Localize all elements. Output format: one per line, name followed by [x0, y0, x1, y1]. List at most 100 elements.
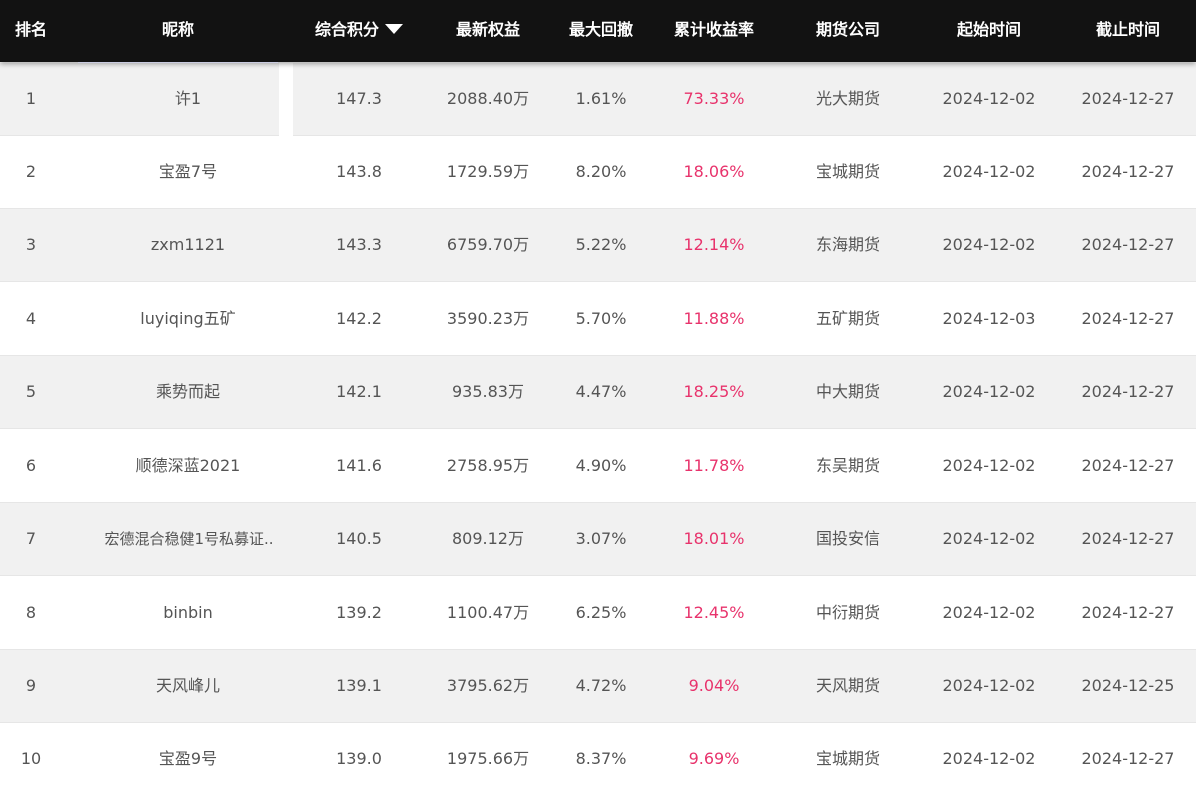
equity-cell: 2758.95万 — [446, 456, 530, 475]
nickname-column-indicator — [78, 62, 278, 63]
return-cell: 18.25% — [683, 382, 745, 401]
equity-cell: 6759.70万 — [446, 235, 530, 254]
score-cell: 142.2 — [336, 309, 382, 328]
drawdown-cell: 8.37% — [575, 749, 627, 768]
table-row[interactable]: 9 天风峰儿 139.1 3795.62万 4.72% 9.04% 天风期货 2… — [0, 650, 1196, 723]
score-cell: 139.1 — [336, 676, 382, 695]
return-cell: 9.69% — [688, 749, 740, 768]
score-cell: 141.6 — [336, 456, 382, 475]
score-cell: 140.5 — [336, 529, 382, 548]
table-row[interactable]: 8 binbin 139.2 1100.47万 6.25% 12.45% 中衍期… — [0, 577, 1196, 650]
nickname-cell[interactable]: 顺德深蓝2021 — [78, 430, 298, 502]
rank-cell: 1 — [25, 89, 37, 108]
drawdown-cell: 4.47% — [575, 382, 627, 401]
header-score[interactable]: 综合积分 — [293, 0, 425, 62]
end-date-cell: 2024-12-25 — [1081, 676, 1175, 695]
table-row[interactable]: 4 luyiqing五矿 142.2 3590.23万 5.70% 11.88%… — [0, 283, 1196, 356]
leaderboard-table: 排名 昵称 综合积分 最新权益 最大回撤 累计收益率 期货公司 起始时间 截止时… — [0, 0, 1196, 793]
header-rank[interactable]: 排名 — [0, 0, 62, 62]
end-date-cell: 2024-12-27 — [1081, 456, 1175, 475]
broker-cell: 国投安信 — [815, 529, 880, 548]
header-end[interactable]: 截止时间 — [1060, 0, 1196, 62]
header-equity[interactable]: 最新权益 — [428, 0, 548, 62]
drawdown-cell: 8.20% — [575, 162, 627, 181]
equity-cell: 2088.40万 — [446, 89, 530, 108]
return-cell: 11.88% — [683, 309, 745, 328]
broker-cell: 天风期货 — [815, 676, 880, 695]
score-cell: 147.3 — [336, 89, 382, 108]
end-date-cell: 2024-12-27 — [1081, 309, 1175, 328]
return-cell: 73.33% — [683, 89, 745, 108]
end-date-cell: 2024-12-27 — [1081, 749, 1175, 768]
header-nickname[interactable]: 昵称 — [78, 0, 278, 62]
end-date-cell: 2024-12-27 — [1081, 603, 1175, 622]
table-row[interactable]: 2 宝盈7号 143.8 1729.59万 8.20% 18.06% 宝城期货 … — [0, 136, 1196, 209]
table-row[interactable]: 6 顺德深蓝2021 141.6 2758.95万 4.90% 11.78% 东… — [0, 430, 1196, 503]
table-row[interactable]: 5 乘势而起 142.1 935.83万 4.47% 18.25% 中大期货 2… — [0, 356, 1196, 429]
drawdown-cell: 4.72% — [575, 676, 627, 695]
nickname-cell[interactable]: 许1 — [78, 63, 298, 135]
start-date-cell: 2024-12-02 — [942, 162, 1036, 181]
equity-cell: 3795.62万 — [446, 676, 530, 695]
start-date-cell: 2024-12-02 — [942, 89, 1036, 108]
start-date-cell: 2024-12-02 — [942, 529, 1036, 548]
caret-down-icon[interactable] — [385, 23, 403, 34]
rank-cell: 3 — [25, 235, 37, 254]
return-cell: 9.04% — [688, 676, 740, 695]
nickname-cell[interactable]: 宝盈9号 — [78, 723, 298, 793]
end-date-cell: 2024-12-27 — [1081, 89, 1175, 108]
return-cell: 18.01% — [683, 529, 745, 548]
score-cell: 143.8 — [336, 162, 382, 181]
start-date-cell: 2024-12-02 — [942, 749, 1036, 768]
drawdown-cell: 1.61% — [575, 89, 627, 108]
nickname-cell[interactable]: binbin — [78, 577, 298, 649]
drawdown-cell: 5.22% — [575, 235, 627, 254]
nickname-cell[interactable]: 宏德混合稳健1号私募证.. — [78, 503, 300, 575]
end-date-cell: 2024-12-27 — [1081, 162, 1175, 181]
score-cell: 139.2 — [336, 603, 382, 622]
rank-cell: 4 — [25, 309, 37, 328]
rank-cell: 10 — [20, 749, 42, 768]
drawdown-cell: 3.07% — [575, 529, 627, 548]
table-row[interactable]: 7 宏德混合稳健1号私募证.. 140.5 809.12万 3.07% 18.0… — [0, 503, 1196, 576]
rank-cell: 6 — [25, 456, 37, 475]
header-return[interactable]: 累计收益率 — [654, 0, 774, 62]
header-broker[interactable]: 期货公司 — [778, 0, 918, 62]
header-start[interactable]: 起始时间 — [920, 0, 1058, 62]
end-date-cell: 2024-12-27 — [1081, 382, 1175, 401]
equity-cell: 1100.47万 — [446, 603, 530, 622]
table-row[interactable]: 1 许1 147.3 2088.40万 1.61% 73.33% 光大期货 20… — [0, 63, 1196, 136]
drawdown-cell: 6.25% — [575, 603, 627, 622]
nickname-cell[interactable]: 天风峰儿 — [78, 650, 298, 722]
table-row[interactable]: 3 zxm1121 143.3 6759.70万 5.22% 12.14% 东海… — [0, 209, 1196, 282]
return-cell: 18.06% — [683, 162, 745, 181]
return-cell: 11.78% — [683, 456, 745, 475]
broker-cell: 宝城期货 — [815, 749, 880, 768]
rank-cell: 2 — [25, 162, 37, 181]
nickname-cell[interactable]: 乘势而起 — [78, 356, 298, 428]
start-date-cell: 2024-12-02 — [942, 603, 1036, 622]
table-header: 排名 昵称 综合积分 最新权益 最大回撤 累计收益率 期货公司 起始时间 截止时… — [0, 0, 1196, 62]
equity-cell: 809.12万 — [452, 529, 524, 548]
table-row[interactable]: 10 宝盈9号 139.0 1975.66万 8.37% 9.69% 宝城期货 … — [0, 723, 1196, 793]
nickname-cell[interactable]: zxm1121 — [78, 209, 298, 281]
equity-cell: 1975.66万 — [446, 749, 530, 768]
broker-cell: 东海期货 — [815, 235, 880, 254]
end-date-cell: 2024-12-27 — [1081, 529, 1175, 548]
equity-cell: 3590.23万 — [446, 309, 530, 328]
nickname-cell[interactable]: luyiqing五矿 — [78, 283, 298, 355]
broker-cell: 中大期货 — [815, 382, 880, 401]
start-date-cell: 2024-12-02 — [942, 382, 1036, 401]
rank-cell: 8 — [25, 603, 37, 622]
broker-cell: 东吴期货 — [815, 456, 880, 475]
broker-cell: 中衍期货 — [815, 603, 880, 622]
start-date-cell: 2024-12-03 — [942, 309, 1036, 328]
header-drawdown[interactable]: 最大回撤 — [550, 0, 652, 62]
return-cell: 12.45% — [683, 603, 745, 622]
rank-cell: 9 — [25, 676, 37, 695]
broker-cell: 光大期货 — [815, 89, 880, 108]
header-score-label: 综合积分 — [314, 20, 379, 39]
nickname-cell[interactable]: 宝盈7号 — [78, 136, 298, 208]
end-date-cell: 2024-12-27 — [1081, 235, 1175, 254]
broker-cell: 五矿期货 — [815, 309, 880, 328]
